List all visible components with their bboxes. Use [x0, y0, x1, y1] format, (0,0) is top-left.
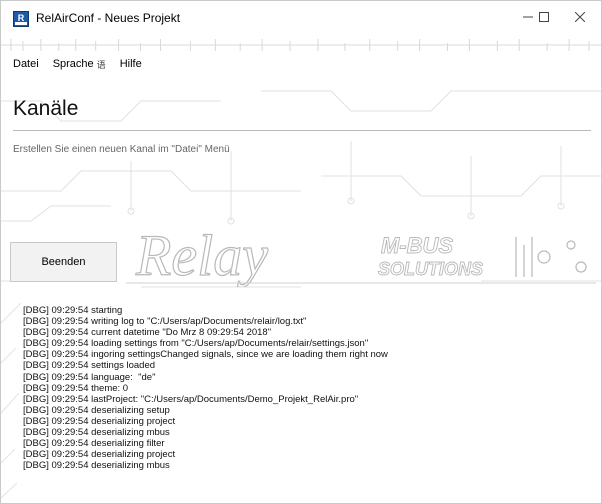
log-line: [DBG] 09:29:54 writing log to "C:/Users/… [23, 316, 307, 328]
log-line: [DBG] 09:29:54 deserializing project [23, 449, 176, 461]
menu-hilfe[interactable]: Hilfe [113, 53, 149, 75]
svg-text:R: R [18, 13, 25, 23]
language-icon: 语 [96, 59, 106, 70]
log-output[interactable]: [DBG] 09:29:54 starting [DBG] 09:29:54 w… [23, 305, 593, 501]
logo-solutions: SOLUTIONS [378, 259, 483, 279]
app-logo-icon: R [13, 11, 29, 27]
menu-hilfe-label: Hilfe [119, 58, 142, 70]
log-line: [DBG] 09:29:54 deserializing mbus [23, 427, 170, 439]
log-line: [DBG] 09:29:54 deserializing setup [23, 404, 170, 416]
log-line: [DBG] 09:29:54 loading settings from "C:… [23, 338, 369, 350]
menu-sprache-label: Sprache [52, 58, 94, 70]
log-line: [DBG] 09:29:54 ingoring settingsChanged … [23, 349, 388, 361]
menu-sprache[interactable]: Sprache 语 [46, 53, 113, 75]
app-window: R RelAirConf - Neues Projekt Datei Sprac… [0, 0, 602, 504]
relay-logo: Relay M-BUS SOLUTIONS [126, 227, 596, 287]
logo-brand: Relay [135, 227, 268, 287]
log-line: [DBG] 09:29:54 language: "de" [23, 371, 156, 383]
log-line: [DBG] 09:29:54 deserializing mbus [23, 460, 170, 472]
circuit-decoration-top [1, 39, 601, 51]
log-line: [DBG] 09:29:54 deserializing filter [23, 438, 165, 450]
main-content: Kanäle Erstellen Sie einen neuen Kanal i… [1, 81, 601, 293]
log-line: [DBG] 09:29:54 lastProject: "C:/Users/ap… [23, 393, 359, 405]
close-button[interactable] [557, 1, 601, 33]
window-title: RelAirConf - Neues Projekt [36, 11, 181, 25]
title-bar[interactable]: R RelAirConf - Neues Projekt [1, 1, 601, 37]
menu-datei[interactable]: Datei [1, 53, 46, 75]
menu-bar: Datei Sprache 语 Hilfe [1, 53, 601, 75]
logo-mbus: M-BUS [381, 233, 453, 258]
log-line: [DBG] 09:29:54 current datetime "Do Mrz … [23, 327, 272, 339]
log-line: [DBG] 09:29:54 settings loaded [23, 360, 156, 372]
log-line: [DBG] 09:29:54 starting [23, 305, 123, 316]
page-title: Kanäle [13, 97, 79, 120]
maximize-icon [539, 12, 549, 22]
log-line: [DBG] 09:29:54 deserializing project [23, 415, 176, 427]
quit-button[interactable]: Beenden [10, 242, 117, 282]
menu-datei-label: Datei [13, 58, 39, 70]
close-icon [575, 12, 585, 22]
hint-text: Erstellen Sie einen neuen Kanal im "Date… [13, 144, 230, 155]
log-line: [DBG] 09:29:54 theme: 0 [23, 382, 129, 394]
title-divider [13, 130, 591, 131]
